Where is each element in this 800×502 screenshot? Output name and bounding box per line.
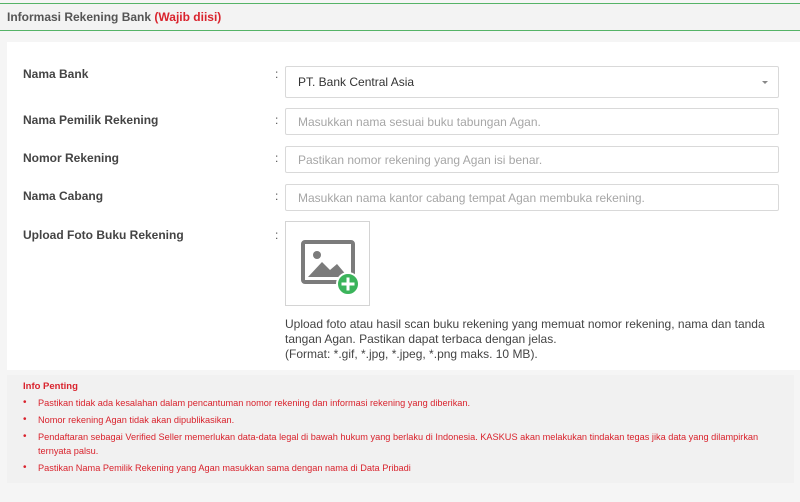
required-note: (Wajib diisi) xyxy=(154,10,222,24)
branch-input[interactable] xyxy=(285,184,779,211)
account-number-colon: : xyxy=(275,151,279,165)
bank-info-page: Informasi Rekening Bank (Wajib diisi) Na… xyxy=(0,0,800,502)
upload-help-line-2: tangan Agan. Pastikan dapat terbaca deng… xyxy=(285,332,557,346)
section-title: Informasi Rekening Bank xyxy=(7,10,152,24)
bank-form-card: Nama Bank : PT. Bank Central Asia Nama P… xyxy=(7,42,800,370)
account-number-input[interactable] xyxy=(285,146,779,173)
info-item: Nomor rekening Agan tidak akan dipublika… xyxy=(23,413,783,427)
owner-colon: : xyxy=(275,113,279,127)
upload-help-text: Upload foto atau hasil scan buku rekenin… xyxy=(285,317,785,362)
bank-label: Nama Bank xyxy=(23,67,89,81)
upload-colon: : xyxy=(275,228,279,242)
owner-name-input[interactable] xyxy=(285,108,779,135)
important-info-box: Info Penting Pastikan tidak ada kesalaha… xyxy=(7,375,794,483)
image-add-icon xyxy=(301,240,360,296)
bank-select[interactable]: PT. Bank Central Asia xyxy=(285,66,779,98)
upload-label: Upload Foto Buku Rekening xyxy=(23,228,184,242)
info-title: Info Penting xyxy=(23,381,78,392)
branch-label: Nama Cabang xyxy=(23,189,104,203)
bank-colon: : xyxy=(275,67,279,81)
branch-colon: : xyxy=(275,189,279,203)
account-number-label: Nomor Rekening xyxy=(23,151,120,165)
chevron-down-icon xyxy=(762,81,768,84)
upload-help-line-1: Upload foto atau hasil scan buku rekenin… xyxy=(285,317,765,331)
upload-help-line-3: (Format: *.gif, *.jpg, *.jpeg, *.png mak… xyxy=(285,347,538,361)
bank-select-value: PT. Bank Central Asia xyxy=(298,75,415,89)
info-list: Pastikan tidak ada kesalahan dalam penca… xyxy=(23,396,794,475)
info-item: Pastikan tidak ada kesalahan dalam penca… xyxy=(23,396,783,410)
info-item: Pastikan Nama Pemilik Rekening yang Agan… xyxy=(23,461,783,475)
owner-label: Nama Pemilik Rekening xyxy=(23,113,159,127)
info-item: Pendaftaran sebagai Verified Seller meme… xyxy=(23,430,783,458)
header-divider-bottom xyxy=(0,30,800,31)
section-header: Informasi Rekening Bank (Wajib diisi) xyxy=(0,4,800,30)
upload-photo-button[interactable] xyxy=(285,221,370,306)
